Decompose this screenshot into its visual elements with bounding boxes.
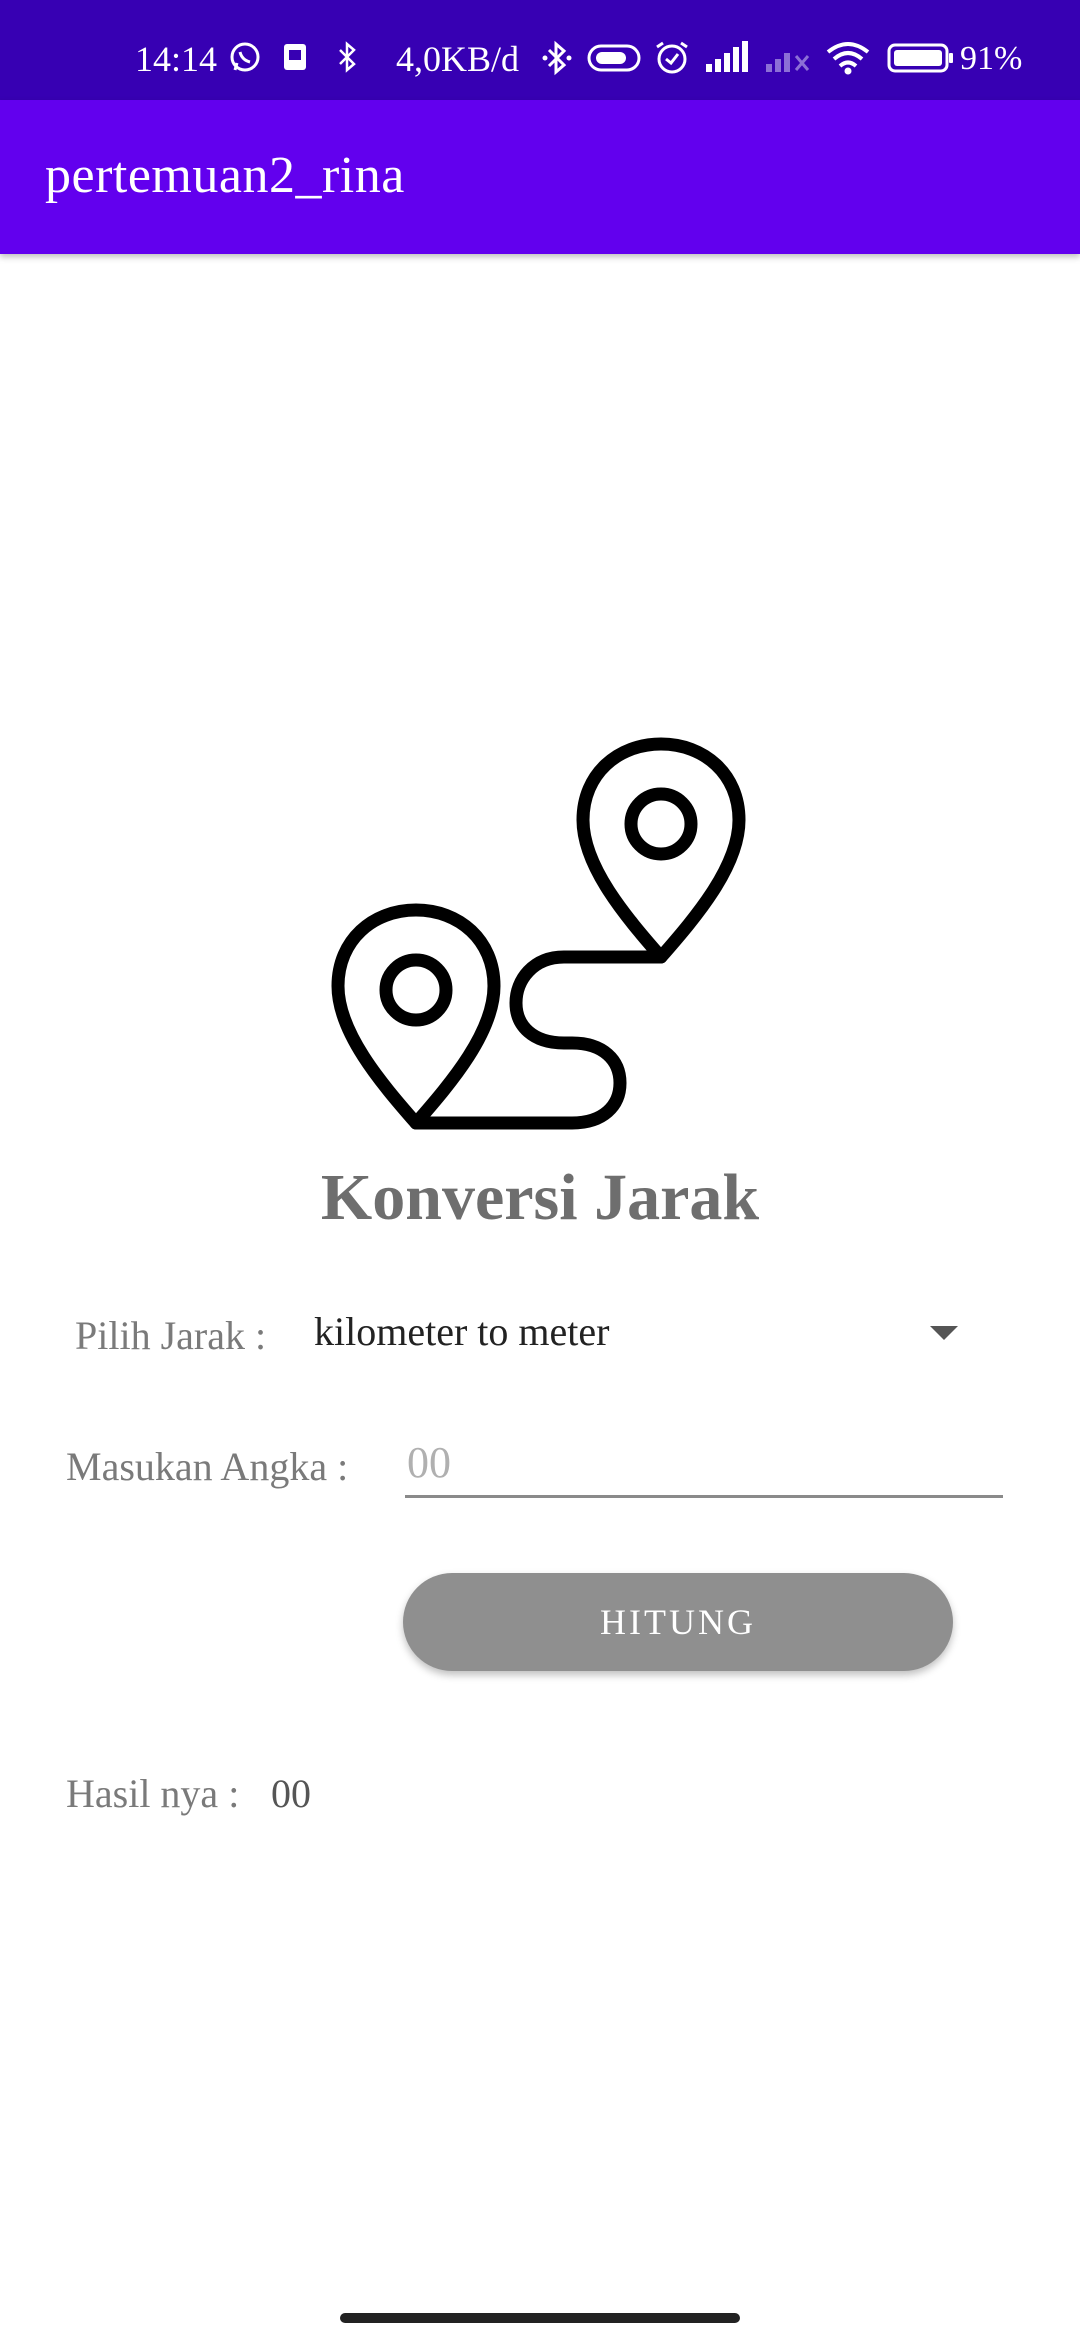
app-bar: pertemuan2_rina xyxy=(0,100,1080,254)
map-route-pins-icon xyxy=(320,730,760,1150)
page-title: Konversi Jarak xyxy=(320,1161,760,1234)
status-bar: 14:14 4,0KB/d 91% xyxy=(0,0,1080,100)
hitung-button[interactable]: HITUNG xyxy=(403,1573,953,1671)
result-label: Hasil nya : xyxy=(66,1771,240,1816)
network-speed: 4,0KB/d xyxy=(396,39,520,79)
battery-percent: 91% xyxy=(960,40,1023,77)
vpn-icon xyxy=(586,40,642,85)
dropdown-selected-value: kilometer to meter xyxy=(314,1309,610,1354)
gesture-navigation-bar[interactable] xyxy=(340,2313,740,2323)
distance-selector-label: Pilih Jarak : xyxy=(75,1313,267,1358)
sim-card-icon xyxy=(278,40,312,83)
number-input[interactable] xyxy=(405,1430,1003,1498)
signal-empty-icon xyxy=(764,40,816,83)
number-input-label: Masukan Angka : xyxy=(66,1444,349,1489)
app-title: pertemuan2_rina xyxy=(45,147,405,204)
bluetooth-icon xyxy=(540,40,574,85)
alarm-icon xyxy=(652,40,692,85)
wifi-icon xyxy=(824,40,872,85)
dropdown-arrow-icon xyxy=(930,1326,958,1340)
distance-type-dropdown[interactable]: kilometer to meter xyxy=(300,1300,980,1370)
status-time: 14:14 xyxy=(135,39,218,79)
bluetooth-icon xyxy=(332,40,362,83)
whatsapp-icon xyxy=(228,40,262,83)
signal-icon xyxy=(704,40,752,83)
battery-icon xyxy=(886,40,956,85)
result-value: 00 xyxy=(271,1771,311,1816)
